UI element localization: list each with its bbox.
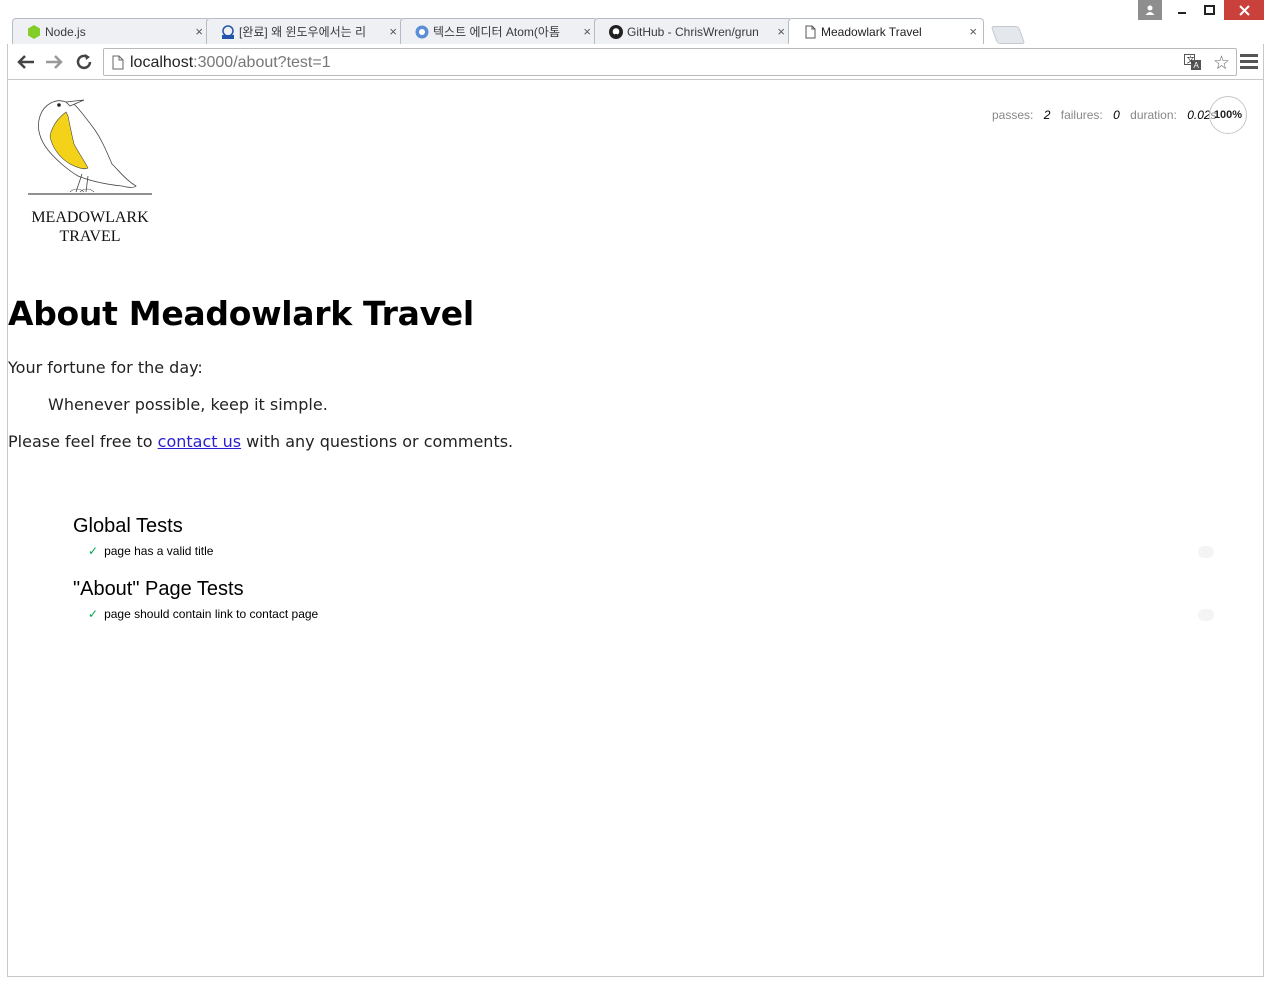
- mocha-stats: passes: 2 failures: 0 duration: 0.02s: [992, 108, 1224, 122]
- github-icon: [609, 25, 623, 39]
- window-close-button[interactable]: [1224, 0, 1264, 20]
- contact-us-link[interactable]: contact us: [158, 432, 241, 451]
- tab-close-button[interactable]: ×: [389, 19, 397, 44]
- tab-close-button[interactable]: ×: [969, 19, 977, 44]
- new-tab-button[interactable]: [990, 26, 1026, 44]
- tab-title: Meadowlark Travel: [821, 25, 922, 39]
- reload-icon: [76, 54, 92, 70]
- user-profile-button[interactable]: [1138, 0, 1162, 20]
- check-icon: ✓: [88, 544, 99, 558]
- meadowlark-logo: MEADOWLARK TRAVEL: [26, 96, 154, 246]
- url-host: localhost: [130, 54, 194, 71]
- back-button[interactable]: [14, 50, 38, 74]
- okjsp-icon: [222, 25, 234, 39]
- meadowlark-bird-icon: [28, 99, 152, 195]
- atom-icon: [415, 25, 429, 39]
- user-icon: [1145, 5, 1155, 15]
- forward-arrow-icon: [46, 55, 63, 69]
- fortune-text: Whenever possible, keep it simple.: [48, 395, 328, 414]
- tab-close-button[interactable]: ×: [583, 19, 591, 44]
- tab-title: Node.js: [45, 25, 86, 39]
- address-bar[interactable]: localhost:3000/about?test=1 文A ☆: [103, 48, 1237, 76]
- close-icon: [1238, 4, 1250, 16]
- tab-github[interactable]: GitHub - ChrisWren/grun ×: [594, 18, 792, 44]
- duration-value: 0.02: [1187, 108, 1211, 122]
- forward-button[interactable]: [42, 50, 66, 74]
- test-title: page has a valid title: [104, 544, 214, 558]
- contact-prefix: Please feel free to: [8, 432, 158, 451]
- tab-okjsp[interactable]: [완료] 왜 윈도우에서는 리 ×: [206, 18, 404, 44]
- back-arrow-icon: [17, 55, 34, 69]
- test-item[interactable]: ✓ page should contain link to contact pag…: [88, 607, 318, 621]
- suite-title-about[interactable]: "About" Page Tests: [73, 578, 244, 601]
- chrome-menu-button[interactable]: [1240, 52, 1258, 72]
- url-text[interactable]: localhost:3000/about?test=1: [130, 54, 331, 72]
- test-item[interactable]: ✓ page has a valid title: [88, 544, 213, 558]
- failures-label: failures:: [1060, 108, 1103, 122]
- maximize-icon: [1203, 5, 1215, 15]
- page-icon: [805, 25, 816, 39]
- test-title: page should contain link to contact page: [104, 607, 319, 621]
- contact-suffix: with any questions or comments.: [241, 432, 514, 451]
- test-replay-button[interactable]: [1198, 609, 1214, 621]
- page-content: MEADOWLARK TRAVEL About Meadowlark Trave…: [7, 80, 1264, 977]
- passes-count: 2: [1043, 108, 1051, 122]
- failures-stat[interactable]: failures: 0: [1061, 108, 1120, 122]
- minimize-icon: [1178, 12, 1186, 14]
- page-title: About Meadowlark Travel: [8, 294, 474, 333]
- tab-atom[interactable]: 텍스트 에디터 Atom(아톰 ×: [400, 18, 598, 44]
- contact-paragraph: Please feel free to contact us with any …: [8, 432, 513, 451]
- tab-close-button[interactable]: ×: [777, 19, 785, 44]
- bookmark-star-icon[interactable]: ☆: [1213, 52, 1230, 75]
- logo-line-1: MEADOWLARK: [31, 209, 149, 226]
- passes-label: passes:: [992, 108, 1034, 122]
- reload-button[interactable]: [72, 50, 96, 74]
- tab-close-button[interactable]: ×: [195, 19, 203, 44]
- test-replay-button[interactable]: [1198, 546, 1214, 558]
- nodejs-icon: [28, 25, 40, 39]
- translate-icon[interactable]: 文A: [1184, 54, 1202, 71]
- passes-stat[interactable]: passes: 2: [992, 108, 1050, 122]
- logo-line-2: TRAVEL: [59, 228, 121, 245]
- svg-text:A: A: [1194, 61, 1200, 70]
- failures-count: 0: [1113, 108, 1120, 122]
- tab-title: GitHub - ChrisWren/grun: [627, 25, 759, 39]
- suite-title-global[interactable]: Global Tests: [73, 515, 183, 538]
- tab-title: 텍스트 에디터 Atom(아톰: [433, 25, 560, 39]
- progress-circle: 100%: [1209, 96, 1247, 134]
- duration-label: duration:: [1130, 108, 1177, 122]
- tab-nodejs[interactable]: Node.js ×: [12, 18, 210, 44]
- page-icon: [112, 55, 124, 70]
- tab-title: [완료] 왜 윈도우에서는 리: [239, 25, 367, 39]
- duration-stat: duration: 0.02s: [1130, 108, 1216, 122]
- check-icon: ✓: [88, 607, 99, 621]
- logo-wordmark: MEADOWLARK TRAVEL: [26, 208, 154, 246]
- browser-window: Node.js × [완료] 왜 윈도우에서는 리 × 텍스트 에디터 Atom…: [0, 0, 1271, 984]
- minimize-button[interactable]: [1169, 0, 1195, 20]
- url-path: :3000/about?test=1: [193, 54, 331, 71]
- title-bar: Node.js × [완료] 왜 윈도우에서는 리 × 텍스트 에디터 Atom…: [0, 0, 1271, 44]
- maximize-button[interactable]: [1196, 0, 1222, 20]
- fortune-label: Your fortune for the day:: [8, 358, 203, 377]
- browser-toolbar: localhost:3000/about?test=1 文A ☆: [7, 44, 1264, 80]
- tab-strip: Node.js × [완료] 왜 윈도우에서는 리 × 텍스트 에디터 Atom…: [8, 18, 1108, 44]
- tab-meadowlark[interactable]: Meadowlark Travel ×: [788, 18, 984, 44]
